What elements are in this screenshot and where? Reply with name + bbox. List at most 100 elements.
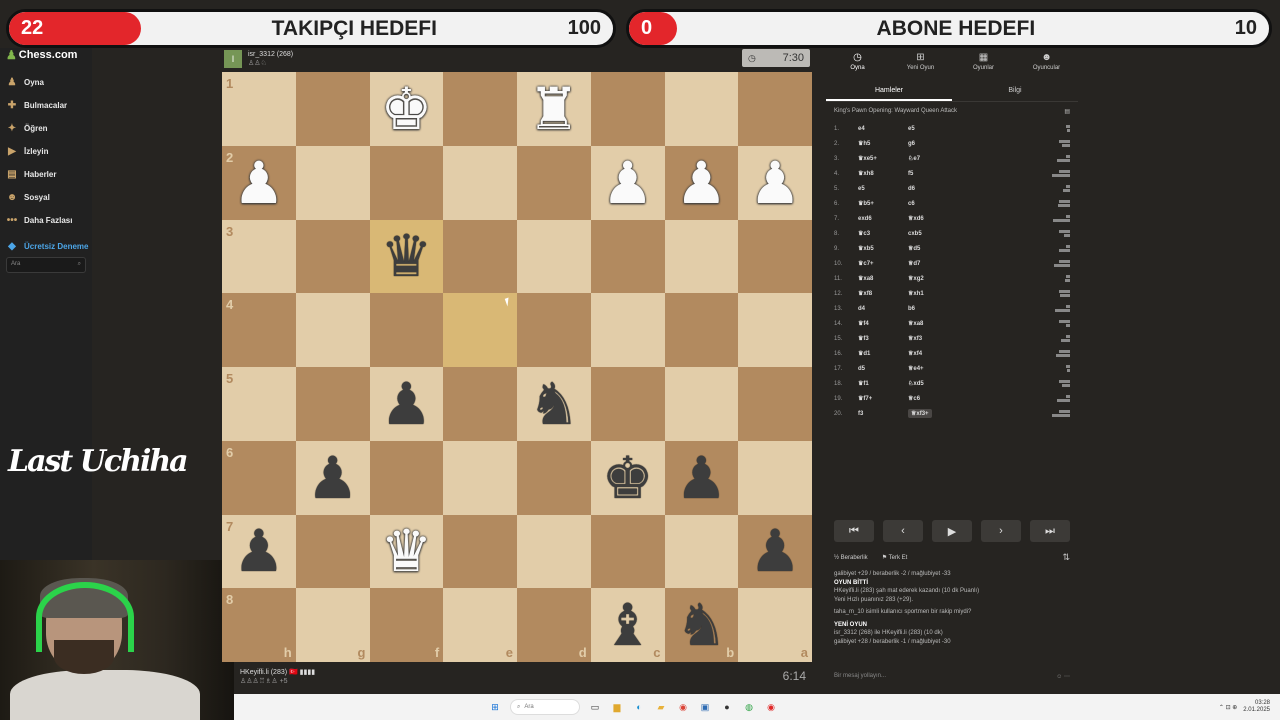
white-move[interactable]: ♛c7+ (858, 260, 908, 267)
tab-grid[interactable]: ▦ Oyunlar (954, 52, 1014, 78)
board-square[interactable] (517, 514, 591, 589)
white-rook-icon[interactable]: ♜ (528, 80, 580, 138)
chrome-icon[interactable]: ◉ (676, 700, 690, 714)
board-square[interactable] (295, 293, 370, 367)
board-square[interactable] (369, 293, 444, 367)
black-move[interactable]: ♘e7 (908, 155, 1050, 162)
white-move[interactable]: ♛f7+ (858, 395, 908, 402)
tab-info[interactable]: Bilgi (952, 80, 1078, 101)
top-player-avatar[interactable]: I (224, 50, 242, 68)
obs-icon[interactable]: ● (720, 700, 734, 714)
board-square[interactable]: ♛ (369, 514, 444, 589)
black-knight-icon[interactable]: ♞ (528, 375, 580, 433)
sidebar-item-7[interactable]: ◆ Ücretsiz Deneme (6, 232, 90, 260)
board-square[interactable]: a (738, 588, 812, 662)
file-explorer-icon[interactable]: ▆ (610, 700, 624, 714)
first-move-button[interactable]: ⏮ (834, 520, 874, 542)
board-square[interactable]: c ♝ (590, 588, 665, 662)
board-square[interactable] (443, 367, 517, 441)
white-move[interactable]: ♛f4 (858, 320, 908, 327)
board-square[interactable] (295, 367, 370, 441)
white-move[interactable]: ♛xe5+ (858, 155, 908, 162)
black-pawn-icon[interactable]: ♟ (307, 449, 359, 507)
board-square[interactable] (443, 219, 517, 294)
sidebar-item-3[interactable]: ▶ İzleyin (6, 140, 90, 163)
black-move[interactable]: ♕d5 (908, 245, 1050, 252)
board-square[interactable] (443, 440, 517, 515)
black-move[interactable]: f5 (908, 171, 1050, 177)
black-king-icon[interactable]: ♚ (602, 449, 654, 507)
sidebar-item-5[interactable]: ☻ Sosyal (6, 186, 90, 209)
board-square[interactable] (443, 514, 517, 589)
board-square[interactable]: 5 (222, 367, 296, 441)
white-move[interactable]: ♛c3 (858, 230, 908, 237)
black-move[interactable]: cxb5 (908, 231, 1050, 237)
sidebar-search-input[interactable]: Ara ⌕ (6, 257, 86, 273)
black-pawn-icon[interactable]: ♟ (749, 522, 801, 580)
emoji-icon[interactable]: ☺ ⋯ (1056, 673, 1070, 680)
black-pawn-icon[interactable]: ♟ (675, 449, 727, 507)
board-square[interactable] (664, 293, 739, 367)
black-move[interactable]: ♕xh1 (908, 290, 1050, 297)
board-square[interactable] (517, 293, 591, 367)
top-player-name[interactable]: isr_3312 (268) (248, 50, 293, 59)
board-square[interactable] (517, 440, 591, 515)
board-square[interactable]: ♟ (664, 440, 739, 515)
black-move[interactable]: e5 (908, 126, 1050, 132)
white-king-icon[interactable]: ♚ (380, 80, 432, 138)
board-square[interactable] (590, 514, 665, 589)
board-square[interactable]: ♚ (369, 72, 444, 146)
board-square[interactable] (443, 145, 517, 220)
board-square[interactable]: g (295, 588, 370, 662)
sidebar-item-2[interactable]: ✦ Öğren (6, 117, 90, 140)
chess-board[interactable]: 1 ♚ ♜ 2 ♟ ♟ ♟ ♟ 3 ♛ 4 5 ♟ ♞ 6 ♟ ♚ ♟ 7 ♟ ♛ ♟ 8 h g f e d c ♝ b ♞ a (222, 72, 812, 662)
sidebar-item-1[interactable]: ✚ Bulmacalar (6, 94, 90, 117)
white-move[interactable]: ♛f1 (858, 380, 908, 387)
board-square[interactable] (295, 514, 370, 589)
board-square[interactable] (517, 219, 591, 294)
board-square[interactable] (738, 293, 812, 367)
black-move[interactable]: ♕xa8 (908, 320, 1050, 327)
board-square[interactable] (590, 367, 665, 441)
black-pawn-icon[interactable]: ♟ (233, 522, 285, 580)
white-pawn-icon[interactable]: ♟ (749, 154, 801, 212)
white-move[interactable]: exd6 (858, 216, 908, 222)
black-move[interactable]: ♕d7 (908, 260, 1050, 267)
tab-plus[interactable]: ⊞ Yeni Oyun (891, 52, 951, 78)
play-button[interactable]: ▶ (932, 520, 972, 542)
white-move[interactable]: ♛b5+ (858, 200, 908, 207)
black-move[interactable]: ♕xd6 (908, 215, 1050, 222)
store-icon[interactable]: ▣ (698, 700, 712, 714)
black-move[interactable]: c6 (908, 201, 1050, 207)
white-move[interactable]: d5 (858, 366, 908, 372)
board-square[interactable]: b ♞ (664, 588, 739, 662)
board-square[interactable] (738, 367, 812, 441)
board-square[interactable] (517, 145, 591, 220)
black-move[interactable]: ♕c6 (908, 395, 1050, 402)
board-square[interactable] (590, 293, 665, 367)
board-square[interactable] (738, 219, 812, 294)
sidebar-item-0[interactable]: ♟ Oyna (6, 71, 90, 94)
taskbar-time[interactable]: 03:28 (1243, 700, 1270, 707)
white-move[interactable]: e4 (858, 126, 908, 132)
white-move[interactable]: ♛xa8 (858, 275, 908, 282)
black-knight-icon[interactable]: ♞ (675, 596, 727, 654)
board-square[interactable] (590, 72, 665, 146)
white-pawn-icon[interactable]: ♟ (675, 154, 727, 212)
task-view-icon[interactable]: ▭ (588, 700, 602, 714)
board-square[interactable] (738, 72, 812, 146)
board-square[interactable]: 4 (222, 293, 296, 367)
white-move[interactable]: ♛xh8 (858, 170, 908, 177)
black-move[interactable]: ♕e4+ (908, 365, 1050, 372)
sidebar-item-6[interactable]: ••• Daha Fazlası (6, 209, 90, 232)
black-move[interactable]: d6 (908, 186, 1050, 192)
board-square[interactable]: ♟ (738, 514, 812, 589)
board-square[interactable] (664, 514, 739, 589)
sidebar-item-4[interactable]: ▤ Haberler (6, 163, 90, 186)
windows-start-icon[interactable]: ⊞ (488, 700, 502, 714)
white-queen-icon[interactable]: ♛ (380, 522, 432, 580)
board-square[interactable] (443, 72, 517, 146)
tab-clock[interactable]: ◷ Oyna (828, 52, 888, 78)
taskbar-search[interactable]: ⌕ Ara (510, 699, 580, 715)
folder-icon[interactable]: ▰ (654, 700, 668, 714)
